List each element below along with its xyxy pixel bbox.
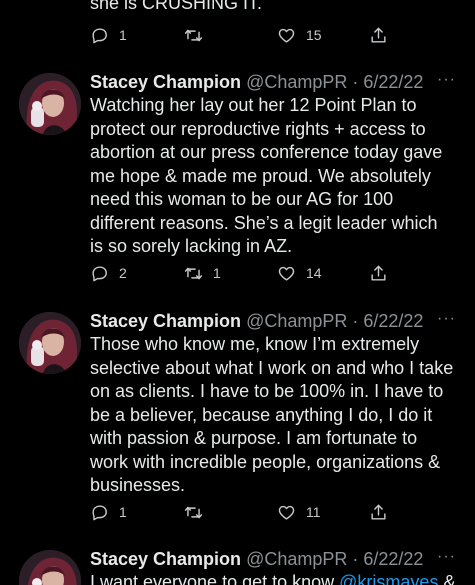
retweet-button[interactable]: 1 bbox=[184, 261, 221, 285]
like-count: 14 bbox=[306, 265, 322, 281]
retweet-icon bbox=[184, 29, 203, 41]
share-button[interactable] bbox=[369, 23, 388, 47]
reply-count: 1 bbox=[119, 27, 127, 43]
tweet-text: she is CRUSHING IT. bbox=[90, 0, 263, 13]
tweet-text-line: abortion at our press conference today g… bbox=[90, 142, 443, 162]
heart-icon bbox=[278, 505, 295, 520]
tweet-text-line: be a believer, because anything I do, I … bbox=[90, 404, 433, 425]
retweet-button[interactable] bbox=[184, 500, 213, 524]
tweet-text-line: me hope & made me proud. We absolutely bbox=[90, 165, 431, 186]
tweet-header: Stacey Champion @ChampPR · 6/22/22 bbox=[90, 71, 423, 93]
tweet-actions: 2 1 14 bbox=[90, 261, 390, 285]
tweet-text-line: with passion & purpose. I am fortunate t… bbox=[90, 428, 418, 448]
tweet-text: Watching her lay out her 12 Point Plan t… bbox=[90, 94, 460, 259]
display-name[interactable]: Stacey Champion bbox=[90, 311, 241, 331]
like-count: 11 bbox=[306, 504, 321, 520]
tweet-text: I want everyone to get to know @krismaye… bbox=[90, 571, 460, 585]
reply-button[interactable]: 1 bbox=[90, 500, 127, 524]
reply-count: 1 bbox=[119, 504, 127, 520]
heart-icon bbox=[278, 266, 295, 281]
avatar[interactable] bbox=[19, 73, 81, 135]
share-icon bbox=[371, 27, 386, 43]
tweet-text-line: Watching her lay out her 12 Point Plan t… bbox=[90, 95, 417, 115]
like-count: 15 bbox=[306, 27, 322, 43]
tweet-text-end: & bbox=[438, 572, 456, 585]
tweet-text-line: on as clients. I have to be 100% in. I h… bbox=[90, 381, 444, 401]
mention-link[interactable]: @krismayes bbox=[339, 572, 438, 585]
tweet-text: Those who know me, know I’m extremely se… bbox=[90, 333, 460, 498]
reply-button[interactable]: 2 bbox=[90, 261, 127, 285]
tweet-header: Stacey Champion @ChampPR · 6/22/22 bbox=[90, 310, 423, 332]
more-icon[interactable]: ··· bbox=[437, 71, 456, 89]
tweet-text-line: businesses. bbox=[90, 475, 186, 495]
like-button[interactable]: 15 bbox=[277, 23, 322, 47]
reply-icon bbox=[92, 504, 107, 520]
reply-icon bbox=[92, 27, 107, 43]
more-icon[interactable]: ··· bbox=[437, 548, 456, 566]
tweet-feed: she is CRUSHING IT. 1 15 Stacey Champion… bbox=[0, 0, 475, 585]
tweet-text-line: need this woman to be our AG for 100 bbox=[90, 189, 394, 209]
handle-and-date[interactable]: @ChampPR · 6/22/22 bbox=[246, 72, 423, 92]
avatar[interactable] bbox=[19, 312, 81, 374]
like-button[interactable]: 11 bbox=[277, 500, 321, 524]
share-icon bbox=[371, 504, 386, 520]
handle-and-date[interactable]: @ChampPR · 6/22/22 bbox=[246, 311, 423, 331]
tweet-text-line: is so sorely lacking in AZ. bbox=[90, 236, 293, 256]
tweet-text-line: work with incredible people, organizatio… bbox=[90, 451, 441, 472]
reply-button[interactable]: 1 bbox=[90, 23, 127, 47]
display-name[interactable]: Stacey Champion bbox=[90, 72, 241, 92]
display-name[interactable]: Stacey Champion bbox=[90, 549, 241, 569]
more-icon[interactable]: ··· bbox=[437, 310, 456, 328]
share-icon bbox=[371, 265, 386, 281]
reply-count: 2 bbox=[119, 265, 127, 281]
tweet-actions: 1 15 bbox=[90, 23, 390, 47]
tweet-text-line: I want everyone to get to know @krismaye… bbox=[90, 571, 460, 585]
retweet-icon bbox=[184, 267, 203, 279]
share-button[interactable] bbox=[369, 261, 388, 285]
tweet-text-line: selective about what I work on and who I… bbox=[90, 357, 454, 378]
share-button[interactable] bbox=[369, 500, 388, 524]
avatar[interactable] bbox=[19, 550, 81, 585]
heart-icon bbox=[278, 28, 295, 43]
like-button[interactable]: 14 bbox=[277, 261, 322, 285]
tweet-text-line: Those who know me, know I’m extremely bbox=[90, 334, 420, 354]
tweet-header: Stacey Champion @ChampPR · 6/22/22 bbox=[90, 548, 423, 570]
reply-icon bbox=[92, 265, 107, 281]
retweet-count: 1 bbox=[213, 265, 221, 281]
tweet-text-start: I want everyone to get to know bbox=[90, 572, 340, 585]
tweet-actions: 1 11 bbox=[90, 500, 390, 524]
tweet-text-line: protect our reproductive rights + access… bbox=[90, 118, 426, 139]
retweet-icon bbox=[184, 506, 203, 518]
retweet-button[interactable] bbox=[184, 23, 213, 47]
handle-and-date[interactable]: @ChampPR · 6/22/22 bbox=[246, 549, 423, 569]
tweet-text-line: different reasons. She’s a legit leader … bbox=[90, 212, 438, 233]
